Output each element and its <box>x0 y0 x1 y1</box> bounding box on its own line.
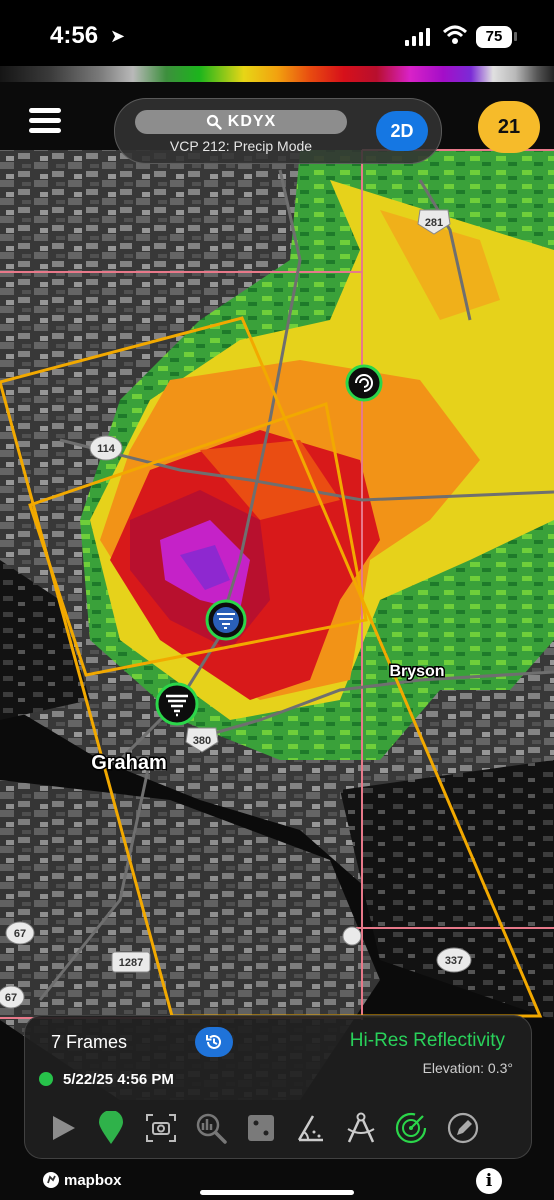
radar-sweep-icon <box>395 1112 427 1144</box>
mapbox-label: mapbox <box>64 1171 122 1189</box>
scan-mode-label: VCP 212: Precip Mode <box>169 138 313 154</box>
shield-label-337: 337 <box>445 955 463 967</box>
frames-count[interactable]: 7 Frames <box>51 1032 127 1053</box>
radar-station-label: KDYX <box>227 113 277 130</box>
shield-label-67-upper: 67 <box>14 928 26 940</box>
camera-icon <box>146 1114 176 1142</box>
product-selector[interactable]: Hi-Res Reflectivity <box>350 1030 505 1052</box>
draw-button[interactable] <box>443 1108 483 1148</box>
location-arrow-icon: ➤ <box>110 26 126 46</box>
location-button[interactable] <box>91 1108 131 1148</box>
live-indicator <box>39 1072 53 1086</box>
small-shield <box>342 926 362 946</box>
shield-label-1287: 1287 <box>119 957 143 969</box>
radar-site-search[interactable]: KDYX <box>135 110 347 134</box>
cellular-signal-icon <box>405 28 430 46</box>
status-time: 4:56 <box>50 22 99 49</box>
compass-icon <box>347 1112 375 1143</box>
inspect-button[interactable] <box>191 1108 231 1148</box>
frame-timestamp: 5/22/25 4:56 PM <box>63 1071 174 1088</box>
magnify-chart-icon <box>196 1113 227 1144</box>
mapbox-attribution[interactable]: mapbox <box>42 1171 122 1189</box>
play-icon <box>53 1116 75 1140</box>
elevation-label[interactable]: Elevation: 0.3° <box>423 1060 513 1076</box>
search-icon <box>206 114 222 130</box>
shield-label-281: 281 <box>425 217 443 229</box>
toolbar <box>39 1108 519 1152</box>
view-mode-2d-button[interactable]: 2D <box>376 111 428 151</box>
playback-panel: 7 Frames Hi-Res Reflectivity 5/22/25 4:5… <box>24 1015 532 1159</box>
history-icon <box>206 1034 221 1049</box>
mesocyclone-icon[interactable] <box>345 364 383 402</box>
status-bar: 4:56 ➤ 75 <box>0 0 554 66</box>
play-button[interactable] <box>43 1108 83 1148</box>
tornado-signature-icon[interactable] <box>205 599 247 641</box>
place-label-bryson: Bryson <box>389 663 444 680</box>
radar-sweep-button[interactable] <box>391 1108 431 1148</box>
info-button[interactable]: i <box>476 1168 502 1194</box>
shield-label-114: 114 <box>97 443 116 455</box>
radar-site-panel[interactable]: KDYX VCP 212: Precip Mode 2D <box>114 98 442 164</box>
highway-shield-67-lower: 67 <box>0 985 25 1009</box>
highway-shield-114: 114 <box>89 435 123 461</box>
place-label-graham: Graham <box>91 752 167 774</box>
mapbox-logo-icon <box>43 1172 59 1188</box>
highway-shield-1287: 1287 <box>111 951 151 973</box>
home-indicator[interactable] <box>200 1190 354 1195</box>
screenshot-button[interactable] <box>141 1108 181 1148</box>
battery-tip <box>514 32 517 41</box>
pencil-icon <box>447 1112 479 1144</box>
menu-button[interactable] <box>18 103 72 145</box>
measure-angle-button[interactable] <box>291 1108 331 1148</box>
dice-icon <box>248 1115 274 1141</box>
shield-label-67-lower: 67 <box>5 992 17 1004</box>
shield-label-380: 380 <box>193 735 211 747</box>
highway-shield-67-upper: 67 <box>5 921 35 945</box>
alerts-count-button[interactable]: 21 <box>478 101 540 153</box>
dice-button[interactable] <box>241 1108 281 1148</box>
angle-icon <box>297 1115 323 1142</box>
history-button[interactable] <box>195 1027 233 1057</box>
battery-indicator: 75 <box>476 26 512 48</box>
reflectivity-color-scale <box>0 66 554 82</box>
location-pin-icon <box>99 1111 123 1144</box>
tornado-marker-icon[interactable] <box>155 682 199 726</box>
wifi-icon <box>442 25 468 44</box>
distance-tool-button[interactable] <box>341 1108 381 1148</box>
highway-shield-337: 337 <box>436 947 472 973</box>
